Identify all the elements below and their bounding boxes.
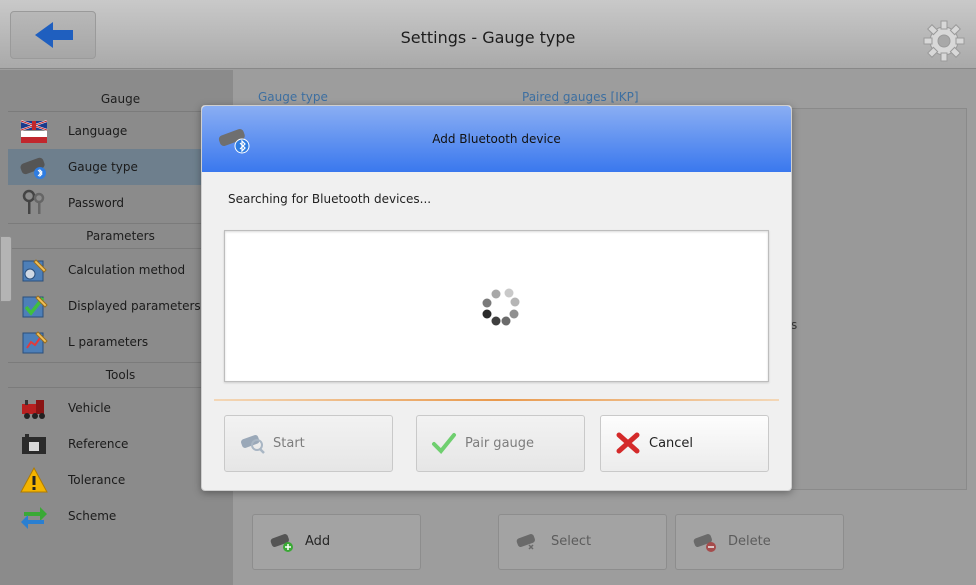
sidebar-item-label: L parameters (68, 335, 149, 349)
section-gauge: Gauge (8, 87, 233, 112)
dialog-title: Add Bluetooth device (432, 132, 561, 146)
loading-spinner-icon (482, 288, 520, 326)
sidebar-item-label: Calculation method (68, 263, 186, 277)
sidebar-item-label: Reference (68, 437, 129, 451)
warning-icon (20, 466, 48, 493)
calculation-icon (22, 259, 47, 282)
search-device-icon (241, 435, 265, 454)
dialog-divider (214, 399, 779, 401)
pair-gauge-button[interactable]: Pair gauge (416, 415, 585, 472)
sidebar-item-tolerance[interactable]: Tolerance (8, 462, 233, 498)
sidebar-item-label: Vehicle (68, 401, 111, 415)
uk-flag-icon (20, 120, 48, 143)
sidebar-item-label: Language (68, 124, 128, 138)
sidebar-item-reference[interactable]: Reference (8, 426, 233, 462)
sidebar-item-l-parameters[interactable]: L parameters (8, 324, 233, 360)
cancel-button[interactable]: Cancel (600, 415, 769, 472)
close-icon (616, 432, 640, 454)
device-list[interactable] (224, 230, 769, 382)
select-button[interactable]: Select (498, 514, 667, 570)
checkmark-icon (432, 433, 456, 454)
sidebar: Gauge Language Gauge type Password Param… (0, 70, 233, 585)
page-title: Settings - Gauge type (400, 28, 576, 47)
select-button-label: Select (551, 534, 592, 549)
section-parameters: Parameters (8, 223, 233, 249)
sidebar-item-password[interactable]: Password (8, 185, 233, 221)
sidebar-item-label: Gauge type (68, 160, 138, 174)
bluetooth-gauge-icon (20, 157, 46, 179)
pair-gauge-button-label: Pair gauge (465, 436, 535, 451)
column-header-paired-gauges: Paired gauges [IKP] (522, 90, 639, 104)
start-button-label: Start (273, 436, 305, 451)
delete-gauge-icon (693, 534, 716, 552)
start-button[interactable]: Start (224, 415, 393, 472)
sidebar-item-label: Tolerance (68, 473, 126, 487)
gear-icon (923, 20, 965, 62)
sidebar-item-scheme[interactable]: Scheme (8, 498, 233, 534)
cancel-button-label: Cancel (649, 436, 694, 451)
edit-chart-icon (22, 331, 48, 354)
reference-block-icon (22, 434, 46, 454)
keys-icon (22, 189, 45, 214)
settings-gear-button[interactable] (918, 18, 968, 64)
add-button-label: Add (305, 534, 331, 549)
delete-button-label: Delete (728, 534, 771, 549)
sidebar-item-label: Displayed parameters (68, 299, 201, 313)
sidebar-item-label: Password (68, 196, 125, 210)
swap-arrows-icon (21, 507, 47, 529)
sidebar-item-gauge-type[interactable]: Gauge type (8, 149, 233, 185)
sidebar-item-vehicle[interactable]: Vehicle (8, 390, 233, 426)
section-tools: Tools (8, 362, 233, 388)
sidebar-item-displayed-parameters[interactable]: Displayed parameters (8, 288, 233, 324)
locomotive-icon (22, 400, 45, 419)
checklist-icon (22, 295, 48, 318)
sidebar-item-label: Scheme (68, 509, 117, 523)
sidebar-item-language[interactable]: Language (8, 113, 233, 149)
add-button[interactable]: Add (252, 514, 421, 570)
delete-button[interactable]: Delete (675, 514, 844, 570)
select-gauge-icon (516, 534, 535, 550)
sidebar-item-calculation-method[interactable]: Calculation method (8, 252, 233, 288)
search-status-text: Searching for Bluetooth devices... (228, 192, 432, 206)
add-gauge-icon (270, 534, 293, 552)
column-header-gauge-type: Gauge type (258, 90, 328, 104)
sidebar-drag-handle[interactable] (0, 236, 12, 302)
add-bluetooth-dialog: Add Bluetooth device Searching for Bluet… (201, 105, 792, 491)
dialog-header: Add Bluetooth device (202, 106, 791, 172)
